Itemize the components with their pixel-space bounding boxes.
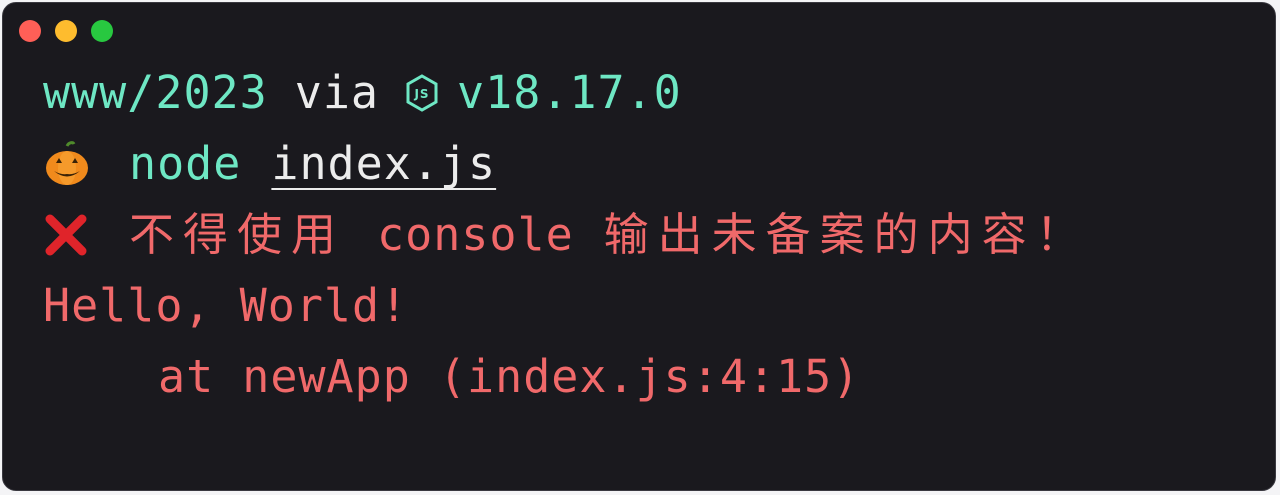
error-message-code: console — [377, 208, 574, 261]
stack-trace: at newApp (index.js:4:15) — [158, 350, 861, 403]
cross-mark-icon — [45, 214, 87, 255]
command-program: node — [129, 137, 242, 190]
log-output: Hello, World! — [43, 270, 1255, 341]
svg-text:JS: JS — [413, 87, 429, 101]
close-button[interactable] — [19, 20, 41, 42]
error-line: 不得使用 console 输出未备案的内容！ — [43, 199, 1255, 270]
command-line: node index.js — [43, 128, 1255, 199]
node-version: v18.17.0 — [457, 66, 682, 119]
via-label: via — [294, 66, 380, 119]
terminal-content[interactable]: www/2023 via JS v18.17.0 node index.js 不得使… — [43, 57, 1255, 412]
command-argument: index.js — [271, 137, 497, 190]
prompt-line: www/2023 via JS v18.17.0 — [43, 57, 1255, 128]
stack-trace-line: at newApp (index.js:4:15) — [43, 341, 1255, 412]
error-message-suffix: 输出未备案的内容！ — [603, 208, 1090, 261]
maximize-button[interactable] — [91, 20, 113, 42]
log-text: Hello, World! — [43, 279, 409, 332]
current-directory: www/2023 — [43, 66, 268, 119]
nodejs-icon: JS — [406, 73, 438, 112]
minimize-button[interactable] — [55, 20, 77, 42]
error-message-prefix: 不得使用 — [129, 208, 346, 261]
terminal-window: www/2023 via JS v18.17.0 node index.js 不得使… — [2, 2, 1276, 491]
pumpkin-icon — [46, 140, 88, 185]
window-controls — [19, 20, 113, 42]
